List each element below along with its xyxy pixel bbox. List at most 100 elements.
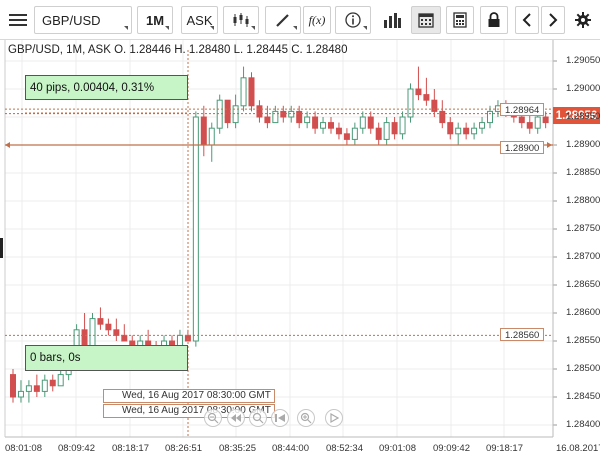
calculator-icon [453, 12, 467, 28]
candle-up [232, 105, 239, 124]
bar-chart-icon [384, 13, 401, 28]
chart-type-button[interactable] [223, 6, 259, 34]
candle-down [105, 323, 112, 331]
candle-down [423, 94, 430, 101]
magnifier-minus-icon [207, 412, 219, 424]
chevron-down-icon [165, 26, 169, 30]
drawing-tools-button[interactable] [265, 6, 301, 34]
chevron-down-icon [124, 26, 128, 30]
collapse-handle[interactable] [0, 238, 3, 258]
candle-down [121, 334, 128, 342]
time-tick-label: 08:52:34 [326, 443, 363, 454]
candle-up [216, 99, 223, 129]
candle-down [447, 122, 454, 135]
price-tick-label: 1.28600 [566, 307, 600, 318]
price-tick-label: 1.28400 [566, 419, 600, 430]
price-tick-label: 1.28800 [566, 195, 600, 206]
level-label-mid[interactable]: 1.28900 [500, 141, 545, 154]
menu-button[interactable] [5, 6, 31, 34]
candle-up [383, 122, 390, 140]
info-button[interactable] [335, 6, 371, 34]
candle-down [542, 116, 549, 124]
play-icon [330, 412, 340, 424]
candle-down [375, 127, 382, 140]
candle-down [431, 99, 438, 112]
play-button[interactable] [325, 409, 343, 427]
side-selector[interactable]: ASK [181, 6, 218, 34]
candle-up [471, 127, 478, 135]
candle-down [526, 122, 533, 129]
candle-down [113, 329, 120, 336]
arrow-right-icon [547, 142, 552, 148]
zoom-out-button[interactable] [204, 409, 222, 427]
candle-down [256, 105, 263, 118]
candle-up [240, 77, 247, 107]
crosshair-date-label: Wed, 16 Aug 2017 08:30:00 GMT [103, 389, 275, 403]
candle-up [192, 116, 199, 342]
reset-button[interactable] [271, 409, 289, 427]
candle-up [208, 127, 215, 146]
candle-up [272, 110, 279, 124]
calculator-button[interactable] [446, 6, 474, 34]
scroll-left-button[interactable] [227, 409, 245, 427]
candle-up [320, 122, 327, 129]
candle-up [455, 127, 462, 135]
price-tick-label: 1.28850 [566, 167, 600, 178]
candle-down [280, 110, 287, 118]
volume-button[interactable] [378, 6, 406, 34]
period-selector[interactable]: 1M [137, 6, 173, 34]
zoom-in-button[interactable] [297, 409, 315, 427]
time-tick-label: 09:09:42 [433, 443, 470, 454]
price-tick-label: 1.29000 [566, 83, 600, 94]
candle-up [487, 110, 493, 124]
calendar-button[interactable] [411, 6, 441, 34]
chart-overlays [5, 50, 553, 437]
level-label-upper[interactable]: 1.28964 [500, 103, 545, 116]
settings-button[interactable] [570, 6, 596, 34]
candle-down [264, 116, 271, 124]
chevron-down-icon [251, 26, 255, 30]
zoom-fit-button[interactable] [249, 409, 267, 427]
lock-button[interactable] [480, 6, 508, 34]
chevron-down-icon [293, 26, 297, 30]
candle-down [367, 116, 374, 129]
time-tick-label: 08:18:17 [112, 443, 149, 454]
candle-up [25, 385, 32, 392]
candle-up [359, 116, 366, 129]
price-tick-label: 1.28700 [566, 251, 600, 262]
candle-up [17, 390, 24, 398]
magnifier-plus-icon [300, 412, 312, 424]
candle-down [439, 110, 446, 124]
candle-down [97, 318, 104, 325]
magnifier-icon [252, 412, 264, 424]
time-tick-label: 16.08.2017 [556, 443, 600, 454]
scroll-forward-button[interactable] [541, 6, 565, 34]
level-label-lower[interactable]: 1.28560 [500, 328, 545, 341]
hamburger-icon [9, 14, 27, 26]
candle-up [304, 116, 311, 124]
symbol-selector[interactable]: GBP/USD [34, 6, 132, 34]
candlestick-icon [233, 13, 249, 27]
instrument-info: GBP/USD, 1M, ASK O. 1.28446 H. 1.28480 L… [8, 44, 348, 56]
candle-up [479, 122, 486, 129]
toolbar: GBP/USD 1M ASK f(x) [0, 0, 600, 40]
candle-up [288, 110, 295, 118]
candle-up [57, 374, 64, 387]
price-tick-label: 1.28550 [566, 335, 600, 346]
symbol-label: GBP/USD [42, 12, 101, 28]
candle-down [518, 116, 525, 124]
period-label: 1M [145, 12, 165, 28]
candle-up [89, 318, 96, 348]
time-tick-label: 08:09:42 [58, 443, 95, 454]
candle-down [33, 385, 40, 392]
candle-down [200, 116, 207, 146]
indicators-button[interactable]: f(x) [303, 6, 331, 34]
time-tick-label: 09:01:08 [379, 443, 416, 454]
measure-pips-label: 40 pips, 0.00404, 0.31% [25, 75, 188, 100]
lock-icon [488, 12, 500, 27]
candle-down [335, 127, 342, 135]
scroll-back-button[interactable] [515, 6, 539, 34]
time-tick-label: 08:01:08 [5, 443, 42, 454]
price-tick-label: 1.28900 [566, 139, 600, 150]
candle-down [10, 374, 16, 398]
